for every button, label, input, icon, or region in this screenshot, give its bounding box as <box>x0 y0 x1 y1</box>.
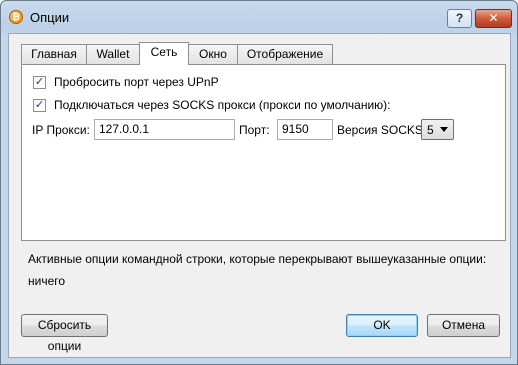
ok-button[interactable]: OK <box>346 314 418 337</box>
proxy-ip-label: IP Прокси: <box>32 123 90 137</box>
tab-network[interactable]: Сеть <box>139 42 189 65</box>
help-button[interactable]: ? <box>447 9 472 28</box>
window-title: Опции <box>30 10 70 25</box>
reset-options-button[interactable]: Сбросить опции <box>21 314 108 353</box>
socks-version-select[interactable]: 5 <box>421 119 454 140</box>
tab-main[interactable]: Главная <box>21 44 87 64</box>
proxy-ip-input[interactable]: 127.0.0.1 <box>94 119 235 140</box>
title-bar[interactable]: ₿ Опции ? ✕ <box>1 1 517 31</box>
bitcoin-icon: ₿ <box>9 10 23 24</box>
tab-display[interactable]: Отображение <box>237 44 333 64</box>
socks-checkbox[interactable]: ✓ <box>33 99 46 112</box>
cancel-button[interactable]: Отмена <box>427 314 500 337</box>
upnp-checkbox[interactable]: ✓ <box>33 76 46 89</box>
dialog-client-area: Главная Wallet Сеть Окно Отображение ✓ П… <box>8 33 511 358</box>
options-dialog: ₿ Опции ? ✕ Главная Wallet Сеть Окно Ото… <box>0 0 518 365</box>
port-input[interactable]: 9150 <box>277 119 333 140</box>
port-label: Порт: <box>239 123 270 137</box>
chevron-down-icon <box>440 127 448 132</box>
network-tab-pane: ✓ Пробросить порт через UPnP ✓ Подключат… <box>21 64 506 241</box>
cmdline-value: ничего <box>28 274 66 288</box>
socks-version-label: Версия SOCKS: <box>337 123 427 137</box>
upnp-label[interactable]: Пробросить порт через UPnP <box>54 75 219 89</box>
tab-wallet[interactable]: Wallet <box>86 44 140 64</box>
cmdline-heading: Активные опции командной строки, которые… <box>28 252 487 266</box>
close-button[interactable]: ✕ <box>475 9 512 28</box>
socks-version-value: 5 <box>427 123 434 137</box>
socks-label[interactable]: Подключаться через SOCKS прокси (прокси … <box>54 98 390 112</box>
tab-window[interactable]: Окно <box>188 44 238 64</box>
